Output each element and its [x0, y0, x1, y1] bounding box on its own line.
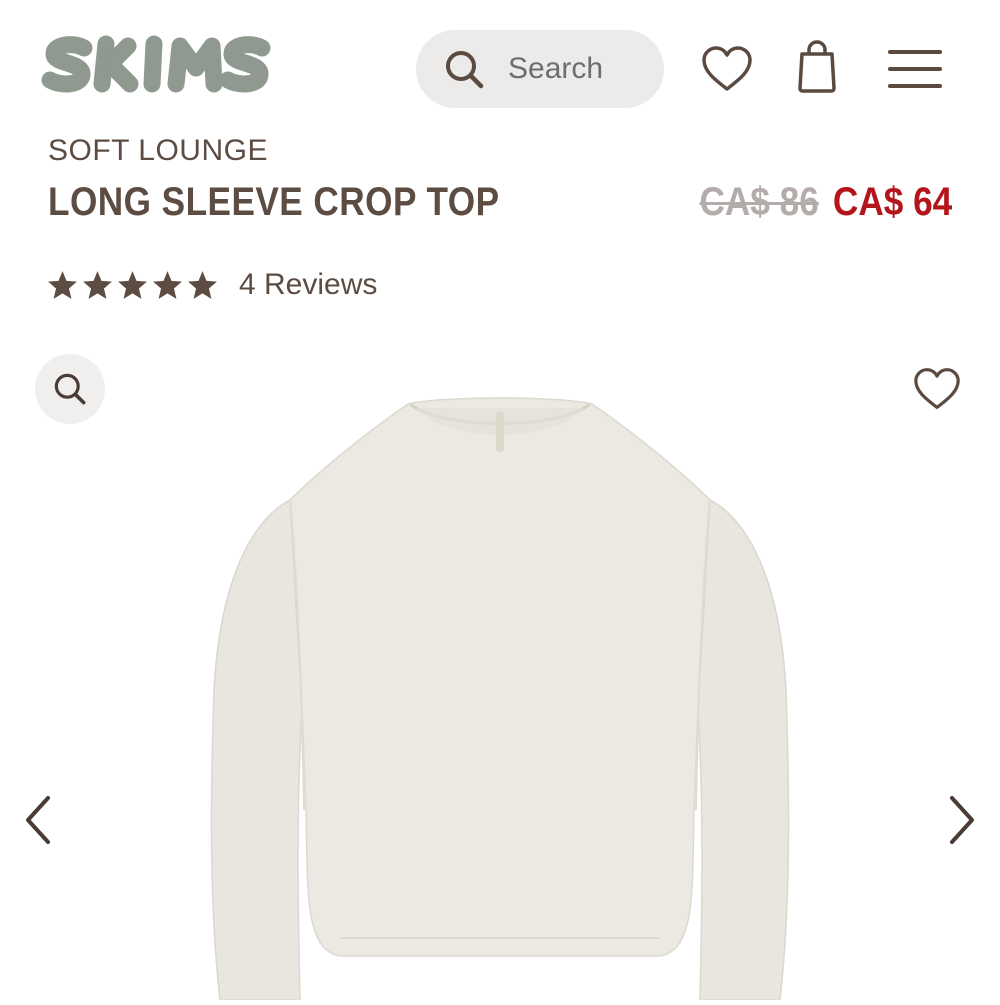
skims-logo-mark: [41, 35, 271, 93]
star-icon: [188, 270, 217, 299]
original-price: CA$ 86: [699, 180, 819, 224]
product-gallery: [0, 340, 1000, 1001]
rating-row[interactable]: 4 Reviews: [46, 268, 377, 302]
product-image: [180, 390, 820, 1001]
menu-button[interactable]: [886, 46, 944, 92]
star-icon: [48, 270, 77, 299]
hamburger-menu-icon: [888, 50, 942, 88]
previous-image-button[interactable]: [22, 792, 54, 848]
star-icon: [83, 270, 112, 299]
search-icon: [446, 51, 484, 89]
star-rating: [46, 269, 219, 302]
heart-icon: [702, 46, 752, 91]
zoom-icon: [54, 373, 86, 405]
skims-logo[interactable]: [40, 32, 272, 98]
reviews-link[interactable]: 4 Reviews: [239, 268, 377, 302]
add-to-wishlist-button[interactable]: [912, 366, 962, 412]
star-icon: [118, 270, 147, 299]
wishlist-button[interactable]: [700, 44, 754, 94]
shopping-bag-button[interactable]: [794, 40, 840, 94]
star-icon: [153, 270, 182, 299]
zoom-button[interactable]: [35, 354, 105, 424]
crop-top-illustration: [210, 397, 790, 1001]
chevron-right-icon: [950, 796, 974, 844]
heart-icon: [914, 368, 960, 410]
product-title: LONG SLEEVE CROP TOP: [48, 180, 500, 224]
search-bar[interactable]: Search: [416, 30, 664, 108]
chevron-left-icon: [26, 796, 50, 844]
shopping-bag-icon: [798, 40, 836, 93]
price-block: CA$ 86 CA$ 64: [699, 180, 952, 225]
header: Search: [0, 0, 1000, 130]
search-placeholder: Search: [508, 52, 604, 85]
sale-price: CA$ 64: [832, 180, 952, 224]
next-image-button[interactable]: [946, 792, 978, 848]
collection-name[interactable]: SOFT LOUNGE: [48, 134, 268, 168]
